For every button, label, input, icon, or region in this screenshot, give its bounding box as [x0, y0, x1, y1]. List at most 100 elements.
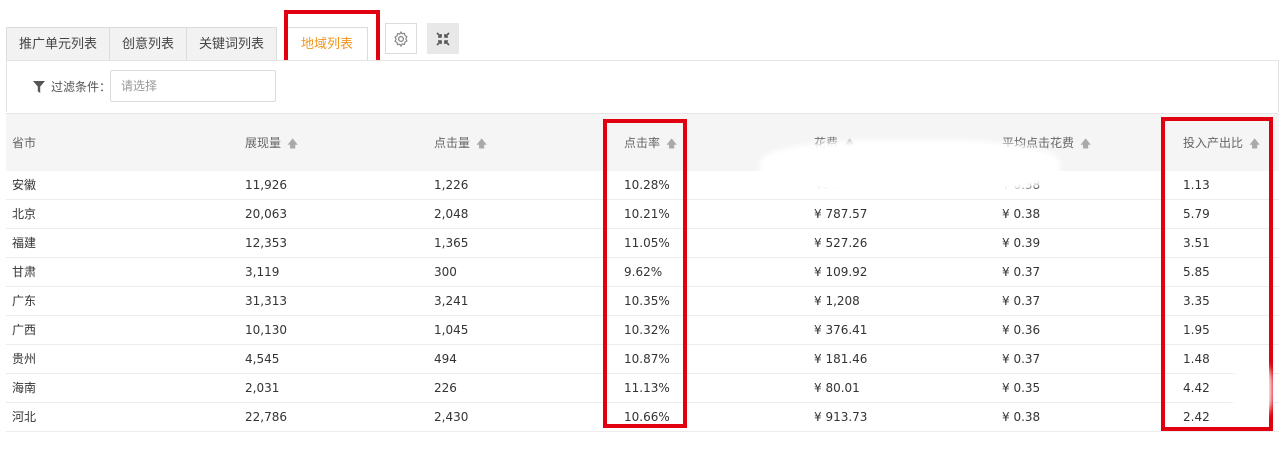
column-header-impressions[interactable]: 展现量 🡅	[245, 114, 298, 172]
gear-icon	[394, 30, 408, 47]
table-row: 福建 12,353 1,365 11.05% ¥ 527.26 ¥ 0.39 3.51	[6, 229, 1279, 258]
table-cell: 广东	[12, 294, 37, 308]
tab-bar: 推广单元列表 创意列表 关键词列表 地域列表	[6, 27, 369, 61]
column-header-ctr[interactable]: 点击率 🡅	[624, 114, 677, 172]
table-cell: 11.05%	[624, 236, 670, 250]
table-cell: 5.79	[1183, 207, 1210, 221]
table-cell: 10.21%	[624, 207, 670, 221]
table-cell: 12,353	[245, 236, 287, 250]
table-cell: 10.32%	[624, 323, 670, 337]
table-cell: 河北	[12, 410, 37, 424]
table-cell: 贵州	[12, 352, 37, 366]
table-cell: 3,241	[434, 294, 469, 308]
table-cell: 10.66%	[624, 410, 670, 424]
table-cell: 10.87%	[624, 352, 670, 366]
column-header-label: 点击量	[434, 136, 471, 150]
table-cell: ¥ 109.92	[814, 265, 868, 279]
table-cell: 北京	[12, 207, 37, 221]
funnel-icon	[33, 80, 45, 93]
table-cell: 4,545	[245, 352, 280, 366]
table-cell: 9.62%	[624, 265, 663, 279]
table-cell: 2.42	[1183, 410, 1210, 424]
table-cell: ¥ 913.73	[814, 410, 868, 424]
table-cell: ¥ 787.57	[814, 207, 868, 221]
table-cell: ¥ 0.37	[1002, 294, 1041, 308]
table-cell: 22,786	[245, 410, 287, 424]
table-cell: 11.13%	[624, 381, 670, 395]
table-row: 贵州 4,545 494 10.87% ¥ 181.46 ¥ 0.37 1.48	[6, 345, 1279, 374]
table-cell: 3.51	[1183, 236, 1210, 250]
column-header-label: 省市	[12, 136, 37, 150]
table-cell: 海南	[12, 381, 37, 395]
table-row: 广东 31,313 3,241 10.35% ¥ 1,208 ¥ 0.37 3.35	[6, 287, 1279, 316]
redaction-smudge	[1232, 360, 1272, 420]
table-cell: 300	[434, 265, 457, 279]
column-header-clicks[interactable]: 点击量 🡅	[434, 114, 487, 172]
table-cell: 1,226	[434, 178, 469, 192]
filter-label-group: 过滤条件：	[33, 78, 111, 95]
table-cell: 226	[434, 381, 457, 395]
table-cell: 20,063	[245, 207, 287, 221]
table-cell: ¥ 80.01	[814, 381, 860, 395]
column-header-province[interactable]: 省市	[12, 114, 36, 172]
table-row: 安徽11,9261,22610.28%464.51¥ 0.381.13	[6, 171, 1279, 200]
table-cell: ¥ 0.39	[1002, 236, 1041, 250]
table-row: 甘肃 3,119 300 9.62% ¥ 109.92 ¥ 0.37 5.85	[6, 258, 1279, 287]
table-cell: 31,313	[245, 294, 287, 308]
filter-select-input[interactable]	[110, 70, 276, 102]
table-row: 海南 2,031 226 11.13% ¥ 80.01 ¥ 0.35 4.42	[6, 374, 1279, 403]
tab-creative-list[interactable]: 创意列表	[109, 27, 188, 61]
table-header: 省市 展现量🡅 点击量🡅 点击率🡅 花费🡅 平均点击花费🡅 投入产出比🡅	[6, 113, 1279, 171]
column-header-label: 投入产出比	[1183, 136, 1244, 150]
table-cell: ¥ 0.38	[1002, 207, 1041, 221]
table-cell: 494	[434, 352, 457, 366]
table-cell: 4.42	[1183, 381, 1210, 395]
column-header-roi[interactable]: 投入产出比 🡅	[1183, 114, 1260, 172]
table-cell: 5.85	[1183, 265, 1210, 279]
table-cell: ¥ 376.41	[814, 323, 868, 337]
table-cell: 11,926	[245, 178, 287, 192]
table-row: 广西 10,130 1,045 10.32% ¥ 376.41 ¥ 0.36 1.95	[6, 316, 1279, 345]
table-cell: 甘肃	[12, 265, 37, 279]
table-cell: ¥ 181.46	[814, 352, 868, 366]
tab-keyword-list[interactable]: 关键词列表	[186, 27, 278, 61]
filter-label: 过滤条件：	[51, 80, 112, 94]
table-cell: 10.28%	[624, 178, 670, 192]
column-header-label: 展现量	[245, 136, 282, 150]
collapse-arrows-icon	[436, 31, 450, 46]
table-cell: 1.13	[1183, 178, 1210, 192]
column-header-label: 点击率	[624, 136, 661, 150]
table-cell: 广西	[12, 323, 37, 337]
table-body: 安徽11,9261,22610.28%464.51¥ 0.381.13北京20,…	[6, 171, 1279, 432]
table-cell: 安徽	[12, 178, 37, 192]
table-cell: ¥ 0.35	[1002, 381, 1041, 395]
table-cell: 1,365	[434, 236, 469, 250]
sort-up-icon[interactable]: 🡅	[1080, 115, 1091, 173]
tab-region-list[interactable]: 地域列表	[286, 27, 369, 61]
table-cell: ¥ 0.36	[1002, 323, 1041, 337]
sort-up-icon[interactable]: 🡅	[287, 115, 298, 173]
table-cell: ¥ 0.38	[1002, 410, 1041, 424]
sort-up-icon[interactable]: 🡅	[476, 115, 487, 173]
table-cell: 1.95	[1183, 323, 1210, 337]
table-cell: 1.48	[1183, 352, 1210, 366]
table-cell: ¥ 0.37	[1002, 352, 1041, 366]
table-cell: 3,119	[245, 265, 280, 279]
settings-button[interactable]	[385, 23, 417, 54]
table-cell: 福建	[12, 236, 37, 250]
table-cell: ¥ 0.37	[1002, 265, 1041, 279]
table-cell: 2,430	[434, 410, 469, 424]
table-cell: ¥ 1,208	[814, 294, 860, 308]
table-cell: ¥ 527.26	[814, 236, 868, 250]
redaction-smudge	[760, 140, 1060, 195]
table-cell: 1,045	[434, 323, 469, 337]
sort-up-icon[interactable]: 🡅	[1249, 115, 1260, 173]
table-cell: 10.35%	[624, 294, 670, 308]
tab-unit-list[interactable]: 推广单元列表	[6, 27, 111, 61]
table-cell: 2,048	[434, 207, 469, 221]
fullscreen-button[interactable]	[427, 23, 459, 54]
table-row: 北京 20,063 2,048 10.21% ¥ 787.57 ¥ 0.38 5.79	[6, 200, 1279, 229]
sort-up-icon[interactable]: 🡅	[666, 115, 677, 173]
table-row: 河北 22,786 2,430 10.66% ¥ 913.73 ¥ 0.38 2.42	[6, 403, 1279, 432]
table-cell: 10,130	[245, 323, 287, 337]
